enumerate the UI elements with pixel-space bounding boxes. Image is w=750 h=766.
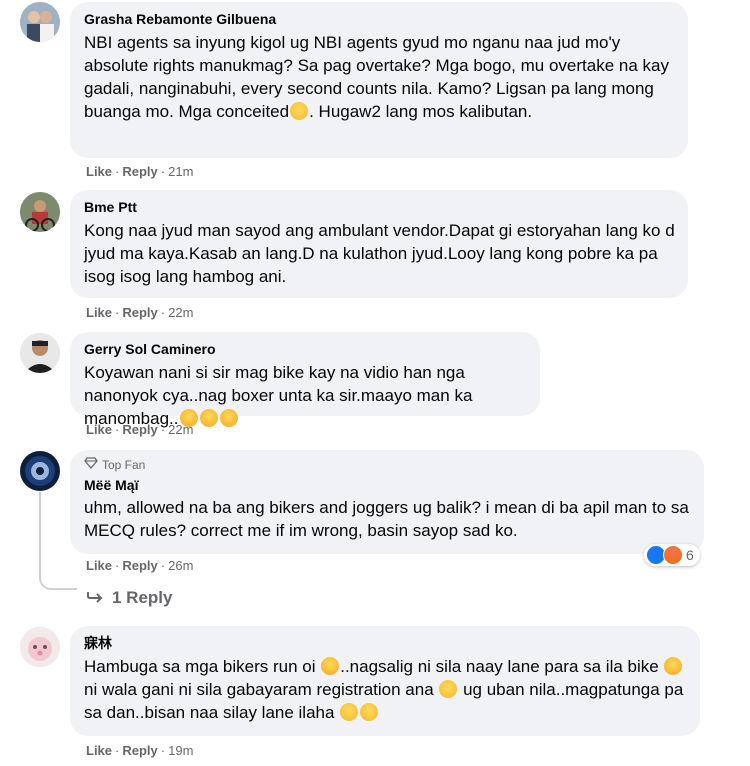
laughing-emoji-icon [199,409,218,427]
comment-author[interactable]: Bme Ptt [84,198,676,216]
laughing-emoji-icon [321,657,340,675]
comment-text: Koyawan nani si sir mag bike kay na vidi… [84,361,528,430]
comment-text-part: ni wala gani ni sila gabayaram registrat… [84,680,439,699]
comment-bubble: Bme Ptt Kong naa jyud man sayod ang ambu… [70,190,688,298]
comment-text: Hambuga sa mga bikers run oi ..nagsalig … [84,655,688,724]
comment-author[interactable]: Gerry Sol Caminero [84,340,528,358]
laughing-emoji-icon [664,657,683,675]
avatar[interactable] [20,192,60,232]
comment-text: NBI agents sa inyung kigol ug NBI agents… [84,31,676,123]
replies-label: 1 Reply [112,588,173,607]
like-link[interactable]: Like [86,305,112,320]
rolling-eyes-emoji-icon [439,680,458,698]
comment-bubble: Gerry Sol Caminero Koyawan nani si sir m… [70,332,540,428]
view-replies-button[interactable]: 1 Reply [86,588,172,608]
flushed-emoji-icon [340,703,359,721]
timestamp[interactable]: 26m [168,558,193,573]
comment-text-part: Koyawan nani si sir mag bike kay na vidi… [84,363,473,428]
top-fan-badge: Top Fan [84,457,692,473]
avatar[interactable] [20,627,60,667]
comment-text-part: ..nagsalig ni sila naay lane para sa ila… [340,657,664,676]
reply-link[interactable]: Reply [122,743,157,758]
comment-author[interactable]: Grasha Rebamonte Gilbuena [84,10,676,28]
comment-author[interactable]: 寐林 [84,634,688,652]
timestamp[interactable]: 22m [168,422,193,437]
diamond-icon [84,457,98,473]
comment-actions: Like · Reply · 21m [86,164,194,179]
comment-text: Kong naa jyud man sayod ang ambulant ven… [84,221,675,286]
reply-link[interactable]: Reply [122,164,157,179]
comment-bubble: 寐林 Hambuga sa mga bikers run oi ..nagsal… [70,626,700,736]
angry-reaction-icon [663,545,683,565]
comment-bubble: Top Fan Mёё Mąï uhm, allowed na ba ang b… [70,450,704,554]
flushed-emoji-icon [360,703,379,721]
reaction-count: 6 [686,547,694,563]
reply-link[interactable]: Reply [122,558,157,573]
top-fan-label: Top Fan [102,458,146,472]
like-link[interactable]: Like [86,743,112,758]
comment-bubble: Grasha Rebamonte Gilbuena NBI agents sa … [70,2,688,158]
reaction-summary[interactable]: 6 [644,544,700,566]
avatar[interactable] [20,451,60,491]
like-link[interactable]: Like [86,422,112,437]
timestamp[interactable]: 19m [168,743,193,758]
timestamp[interactable]: 22m [168,305,193,320]
like-link[interactable]: Like [86,558,112,573]
rolling-eyes-emoji-icon [290,102,309,120]
reply-link[interactable]: Reply [122,305,157,320]
reply-link[interactable]: Reply [122,422,157,437]
comment-actions: Like · Reply · 22m [86,305,194,320]
like-link[interactable]: Like [86,164,112,179]
reply-arrow-icon [86,588,104,608]
comment-text: uhm, allowed na ba ang bikers and jogger… [84,498,689,540]
comment-text-part: Hambuga sa mga bikers run oi [84,657,321,676]
comment-actions: Like · Reply · 22m [86,422,194,437]
avatar[interactable] [20,333,60,373]
comment-actions: Like · Reply · 19m [86,743,194,758]
laughing-emoji-icon [219,409,238,427]
comment-text-part: . Hugaw2 lang mos kalibutan. [309,102,533,121]
comment-actions: Like · Reply · 26m [86,558,194,573]
avatar[interactable] [20,2,60,42]
timestamp[interactable]: 21m [168,164,193,179]
comment-author[interactable]: Mёё Mąï [84,476,692,494]
